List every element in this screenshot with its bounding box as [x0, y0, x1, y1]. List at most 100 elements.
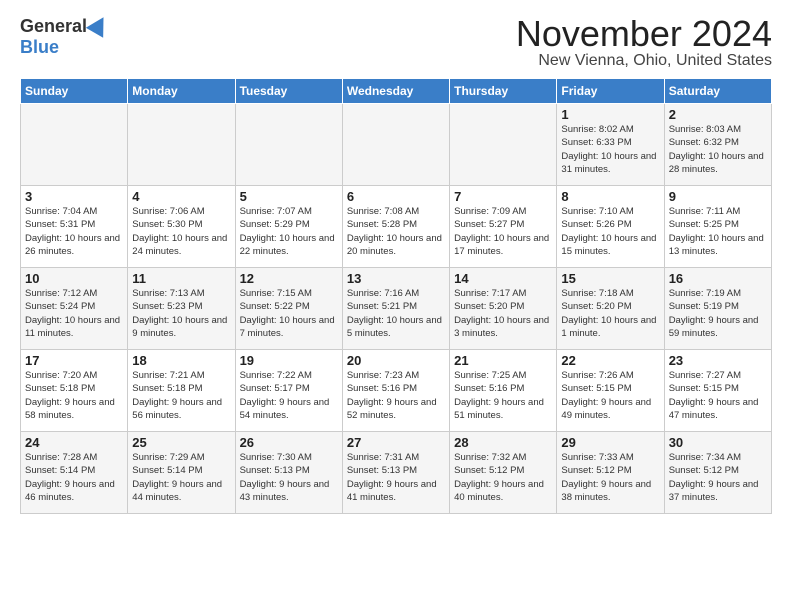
day-number: 9	[669, 189, 767, 204]
day-info: Sunrise: 8:03 AM Sunset: 6:32 PM Dayligh…	[669, 123, 767, 176]
calendar-week-row: 3Sunrise: 7:04 AM Sunset: 5:31 PM Daylig…	[21, 186, 772, 268]
calendar-cell	[128, 104, 235, 186]
col-header-wednesday: Wednesday	[342, 79, 449, 104]
col-header-sunday: Sunday	[21, 79, 128, 104]
day-info: Sunrise: 7:16 AM Sunset: 5:21 PM Dayligh…	[347, 287, 445, 340]
day-number: 4	[132, 189, 230, 204]
day-info: Sunrise: 7:12 AM Sunset: 5:24 PM Dayligh…	[25, 287, 123, 340]
calendar-cell	[235, 104, 342, 186]
calendar-cell: 3Sunrise: 7:04 AM Sunset: 5:31 PM Daylig…	[21, 186, 128, 268]
calendar-cell: 13Sunrise: 7:16 AM Sunset: 5:21 PM Dayli…	[342, 268, 449, 350]
logo: General Blue	[20, 16, 109, 58]
calendar-cell	[342, 104, 449, 186]
day-number: 24	[25, 435, 123, 450]
day-info: Sunrise: 7:18 AM Sunset: 5:20 PM Dayligh…	[561, 287, 659, 340]
calendar-cell: 7Sunrise: 7:09 AM Sunset: 5:27 PM Daylig…	[450, 186, 557, 268]
day-info: Sunrise: 7:25 AM Sunset: 5:16 PM Dayligh…	[454, 369, 552, 422]
day-info: Sunrise: 7:22 AM Sunset: 5:17 PM Dayligh…	[240, 369, 338, 422]
day-info: Sunrise: 7:21 AM Sunset: 5:18 PM Dayligh…	[132, 369, 230, 422]
title-block: November 2024 New Vienna, Ohio, United S…	[516, 16, 772, 70]
col-header-thursday: Thursday	[450, 79, 557, 104]
calendar-week-row: 1Sunrise: 8:02 AM Sunset: 6:33 PM Daylig…	[21, 104, 772, 186]
calendar-header-row: SundayMondayTuesdayWednesdayThursdayFrid…	[21, 79, 772, 104]
day-number: 15	[561, 271, 659, 286]
calendar-cell: 5Sunrise: 7:07 AM Sunset: 5:29 PM Daylig…	[235, 186, 342, 268]
day-number: 21	[454, 353, 552, 368]
calendar-cell	[450, 104, 557, 186]
day-info: Sunrise: 7:33 AM Sunset: 5:12 PM Dayligh…	[561, 451, 659, 504]
calendar-cell: 28Sunrise: 7:32 AM Sunset: 5:12 PM Dayli…	[450, 432, 557, 514]
day-number: 19	[240, 353, 338, 368]
day-info: Sunrise: 7:31 AM Sunset: 5:13 PM Dayligh…	[347, 451, 445, 504]
calendar-week-row: 10Sunrise: 7:12 AM Sunset: 5:24 PM Dayli…	[21, 268, 772, 350]
day-number: 23	[669, 353, 767, 368]
day-info: Sunrise: 7:32 AM Sunset: 5:12 PM Dayligh…	[454, 451, 552, 504]
day-info: Sunrise: 7:27 AM Sunset: 5:15 PM Dayligh…	[669, 369, 767, 422]
col-header-friday: Friday	[557, 79, 664, 104]
calendar-cell: 27Sunrise: 7:31 AM Sunset: 5:13 PM Dayli…	[342, 432, 449, 514]
calendar-cell: 4Sunrise: 7:06 AM Sunset: 5:30 PM Daylig…	[128, 186, 235, 268]
day-info: Sunrise: 7:28 AM Sunset: 5:14 PM Dayligh…	[25, 451, 123, 504]
day-number: 6	[347, 189, 445, 204]
page: General Blue November 2024 New Vienna, O…	[0, 0, 792, 612]
location: New Vienna, Ohio, United States	[516, 52, 772, 70]
calendar-cell: 16Sunrise: 7:19 AM Sunset: 5:19 PM Dayli…	[664, 268, 771, 350]
calendar-cell: 2Sunrise: 8:03 AM Sunset: 6:32 PM Daylig…	[664, 104, 771, 186]
calendar-cell: 12Sunrise: 7:15 AM Sunset: 5:22 PM Dayli…	[235, 268, 342, 350]
col-header-saturday: Saturday	[664, 79, 771, 104]
day-info: Sunrise: 7:13 AM Sunset: 5:23 PM Dayligh…	[132, 287, 230, 340]
day-info: Sunrise: 7:10 AM Sunset: 5:26 PM Dayligh…	[561, 205, 659, 258]
col-header-monday: Monday	[128, 79, 235, 104]
calendar-cell: 29Sunrise: 7:33 AM Sunset: 5:12 PM Dayli…	[557, 432, 664, 514]
day-number: 8	[561, 189, 659, 204]
day-number: 16	[669, 271, 767, 286]
day-number: 5	[240, 189, 338, 204]
day-number: 12	[240, 271, 338, 286]
day-info: Sunrise: 7:17 AM Sunset: 5:20 PM Dayligh…	[454, 287, 552, 340]
day-number: 7	[454, 189, 552, 204]
day-number: 10	[25, 271, 123, 286]
calendar-cell: 20Sunrise: 7:23 AM Sunset: 5:16 PM Dayli…	[342, 350, 449, 432]
calendar-cell: 21Sunrise: 7:25 AM Sunset: 5:16 PM Dayli…	[450, 350, 557, 432]
day-number: 17	[25, 353, 123, 368]
month-title: November 2024	[516, 16, 772, 52]
calendar-cell: 6Sunrise: 7:08 AM Sunset: 5:28 PM Daylig…	[342, 186, 449, 268]
day-info: Sunrise: 7:04 AM Sunset: 5:31 PM Dayligh…	[25, 205, 123, 258]
calendar-cell: 25Sunrise: 7:29 AM Sunset: 5:14 PM Dayli…	[128, 432, 235, 514]
calendar-cell: 11Sunrise: 7:13 AM Sunset: 5:23 PM Dayli…	[128, 268, 235, 350]
day-number: 18	[132, 353, 230, 368]
day-number: 27	[347, 435, 445, 450]
calendar-cell: 1Sunrise: 8:02 AM Sunset: 6:33 PM Daylig…	[557, 104, 664, 186]
day-info: Sunrise: 7:09 AM Sunset: 5:27 PM Dayligh…	[454, 205, 552, 258]
day-number: 11	[132, 271, 230, 286]
day-info: Sunrise: 7:07 AM Sunset: 5:29 PM Dayligh…	[240, 205, 338, 258]
calendar-cell: 8Sunrise: 7:10 AM Sunset: 5:26 PM Daylig…	[557, 186, 664, 268]
calendar-cell: 17Sunrise: 7:20 AM Sunset: 5:18 PM Dayli…	[21, 350, 128, 432]
calendar-cell: 19Sunrise: 7:22 AM Sunset: 5:17 PM Dayli…	[235, 350, 342, 432]
day-info: Sunrise: 7:30 AM Sunset: 5:13 PM Dayligh…	[240, 451, 338, 504]
calendar: SundayMondayTuesdayWednesdayThursdayFrid…	[20, 78, 772, 514]
day-info: Sunrise: 7:20 AM Sunset: 5:18 PM Dayligh…	[25, 369, 123, 422]
logo-general-text: General	[20, 16, 87, 37]
day-number: 30	[669, 435, 767, 450]
calendar-cell	[21, 104, 128, 186]
calendar-week-row: 17Sunrise: 7:20 AM Sunset: 5:18 PM Dayli…	[21, 350, 772, 432]
day-info: Sunrise: 7:29 AM Sunset: 5:14 PM Dayligh…	[132, 451, 230, 504]
calendar-cell: 22Sunrise: 7:26 AM Sunset: 5:15 PM Dayli…	[557, 350, 664, 432]
day-info: Sunrise: 8:02 AM Sunset: 6:33 PM Dayligh…	[561, 123, 659, 176]
day-number: 25	[132, 435, 230, 450]
day-number: 13	[347, 271, 445, 286]
calendar-cell: 23Sunrise: 7:27 AM Sunset: 5:15 PM Dayli…	[664, 350, 771, 432]
header: General Blue November 2024 New Vienna, O…	[20, 16, 772, 70]
calendar-week-row: 24Sunrise: 7:28 AM Sunset: 5:14 PM Dayli…	[21, 432, 772, 514]
day-info: Sunrise: 7:34 AM Sunset: 5:12 PM Dayligh…	[669, 451, 767, 504]
day-number: 28	[454, 435, 552, 450]
day-number: 22	[561, 353, 659, 368]
day-number: 26	[240, 435, 338, 450]
day-number: 29	[561, 435, 659, 450]
logo-triangle-icon	[86, 12, 112, 38]
col-header-tuesday: Tuesday	[235, 79, 342, 104]
calendar-cell: 24Sunrise: 7:28 AM Sunset: 5:14 PM Dayli…	[21, 432, 128, 514]
day-number: 2	[669, 107, 767, 122]
calendar-cell: 10Sunrise: 7:12 AM Sunset: 5:24 PM Dayli…	[21, 268, 128, 350]
